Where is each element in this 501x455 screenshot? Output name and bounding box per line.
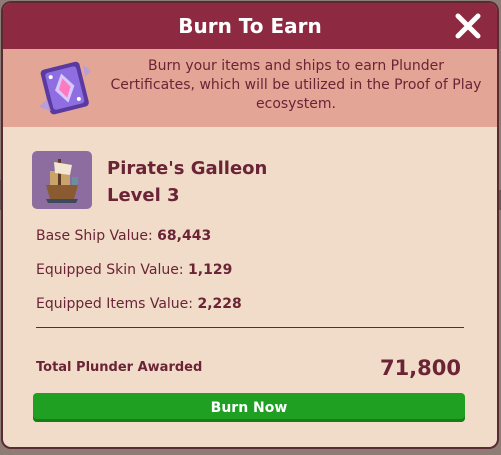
modal-title: Burn To Earn (178, 14, 322, 38)
galleon-ship-icon (46, 159, 78, 203)
stat-label: Equipped Items Value: (36, 296, 193, 312)
total-plunder-value: 71,800 (379, 356, 461, 380)
total-plunder-label: Total Plunder Awarded (36, 360, 203, 375)
modal-header: Burn To Earn (3, 3, 497, 49)
stat-base-ship-value: Base Ship Value: 68,443 (36, 228, 211, 244)
banner-description: Burn your items and ships to earn Plunde… (110, 58, 482, 112)
stat-equipped-skin-value: Equipped Skin Value: 1,129 (36, 262, 232, 278)
plunder-certificate-icon (39, 61, 91, 115)
ship-level: Level 3 (107, 185, 180, 206)
stat-label: Base Ship Value: (36, 228, 153, 244)
stat-value: 2,228 (197, 296, 242, 312)
stat-label: Equipped Skin Value: (36, 262, 184, 278)
stat-value: 68,443 (157, 228, 212, 244)
ship-thumbnail (32, 151, 92, 209)
background-strip (497, 190, 501, 210)
burn-now-button[interactable]: Burn Now (33, 393, 465, 422)
ship-name: Pirate's Galleon (107, 158, 268, 179)
burn-to-earn-modal: Burn To Earn Burn your items and ships t… (3, 3, 497, 447)
stat-value: 1,129 (188, 262, 233, 278)
divider (36, 327, 464, 328)
close-icon[interactable] (451, 9, 485, 43)
stat-equipped-items-value: Equipped Items Value: 2,228 (36, 296, 242, 312)
info-banner: Burn your items and ships to earn Plunde… (3, 49, 497, 127)
